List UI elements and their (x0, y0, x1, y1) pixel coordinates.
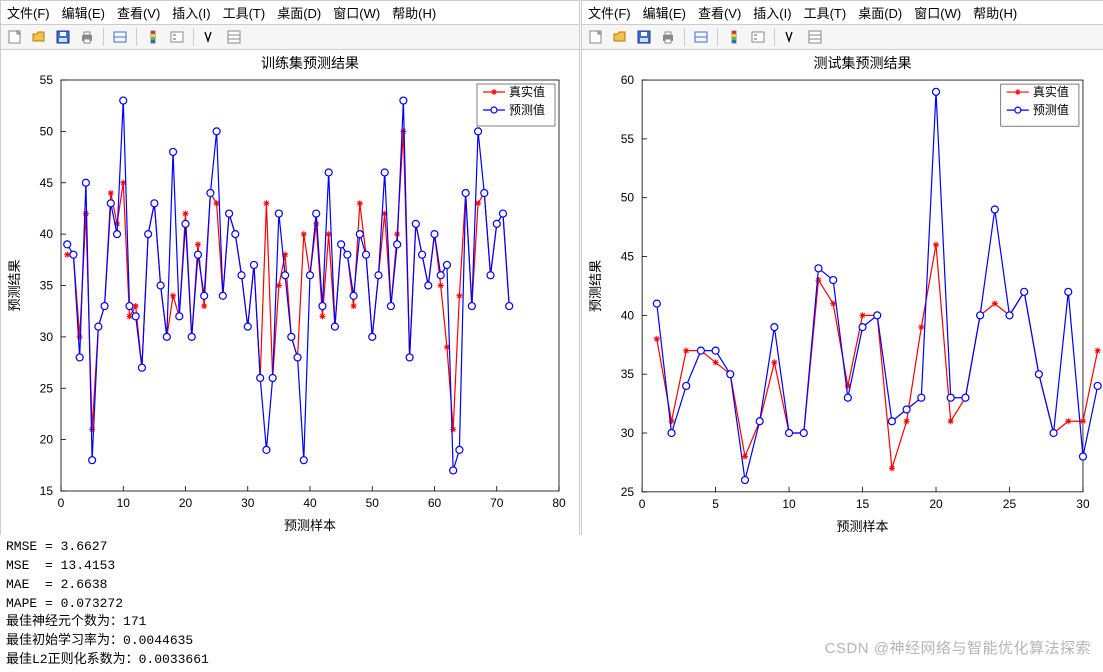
svg-text:25: 25 (1003, 497, 1017, 511)
svg-text:55: 55 (40, 73, 54, 87)
toolbar (1, 25, 579, 50)
figure-window-test: 文件(F) 编辑(E) 查看(V) 插入(I) 工具(T) 桌面(D) 窗口(W… (581, 0, 1103, 535)
svg-text:40: 40 (303, 496, 317, 510)
svg-text:测试集预测结果: 测试集预测结果 (813, 55, 911, 71)
best-neurons-line: 最佳神经元个数为：171 (6, 614, 146, 629)
insert-colorbar-icon[interactable] (724, 27, 744, 47)
svg-text:10: 10 (117, 496, 131, 510)
svg-text:预测结果: 预测结果 (588, 260, 603, 312)
mse-line: MSE = 13.4153 (6, 558, 115, 573)
svg-text:训练集预测结果: 训练集预测结果 (261, 55, 359, 71)
svg-text:40: 40 (621, 308, 635, 322)
rmse-line: RMSE = 3.6627 (6, 539, 107, 554)
svg-text:预测值: 预测值 (1033, 102, 1069, 117)
svg-text:20: 20 (929, 497, 943, 511)
svg-text:25: 25 (621, 485, 635, 499)
print-icon[interactable] (658, 27, 678, 47)
menu-file[interactable]: 文件(F) (588, 3, 631, 22)
svg-text:0: 0 (639, 497, 646, 511)
watermark: CSDN @神经网络与智能优化算法探索 (825, 637, 1091, 658)
menu-view[interactable]: 查看(V) (117, 3, 160, 22)
svg-text:45: 45 (40, 176, 54, 190)
menu-edit[interactable]: 编辑(E) (62, 3, 105, 22)
print-icon[interactable] (77, 27, 97, 47)
menubar: 文件(F) 编辑(E) 查看(V) 插入(I) 工具(T) 桌面(D) 窗口(W… (582, 1, 1103, 25)
svg-text:10: 10 (782, 497, 796, 511)
svg-text:5: 5 (712, 497, 719, 511)
menu-desktop[interactable]: 桌面(D) (858, 3, 902, 22)
svg-text:50: 50 (40, 124, 54, 138)
best-lr-line: 最佳初始学习率为：0.0044635 (6, 633, 193, 648)
axes-test[interactable]: 测试集预测结果 0 5 10 15 20 25 30 25 30 35 40 45 50 55 60 预测样本 预… (582, 50, 1103, 537)
svg-text:30: 30 (621, 426, 635, 440)
svg-text:60: 60 (428, 496, 442, 510)
edit-plot-icon[interactable] (781, 27, 801, 47)
svg-text:预测值: 预测值 (509, 102, 545, 117)
svg-text:30: 30 (1076, 497, 1090, 511)
svg-text:20: 20 (40, 433, 54, 447)
insert-colorbar-icon[interactable] (143, 27, 163, 47)
new-figure-icon[interactable] (586, 27, 606, 47)
svg-text:0: 0 (58, 496, 65, 510)
separator-icon (103, 28, 104, 46)
svg-text:30: 30 (241, 496, 255, 510)
mape-line: MAPE = 0.073272 (6, 596, 123, 611)
insert-legend-icon[interactable] (748, 27, 768, 47)
svg-text:预测样本: 预测样本 (284, 518, 336, 533)
axes-train[interactable]: 训练集预测结果 0 10 20 30 40 50 60 70 80 15 20 25 30 35 40 45 50… (1, 50, 579, 536)
best-l2-line: 最佳L2正则化系数为：0.0033661 (6, 652, 209, 667)
insert-legend-icon[interactable] (167, 27, 187, 47)
separator-icon (774, 28, 775, 46)
toolbar (582, 25, 1103, 50)
svg-text:真实值: 真实值 (509, 84, 545, 99)
svg-text:40: 40 (40, 227, 54, 241)
menu-tools[interactable]: 工具(T) (223, 3, 266, 22)
svg-text:55: 55 (621, 132, 635, 146)
menu-desktop[interactable]: 桌面(D) (277, 3, 321, 22)
svg-text:25: 25 (40, 381, 54, 395)
mae-line: MAE = 2.6638 (6, 577, 107, 592)
separator-icon (717, 28, 718, 46)
open-icon[interactable] (610, 27, 630, 47)
menu-tools[interactable]: 工具(T) (804, 3, 847, 22)
edit-plot-icon[interactable] (200, 27, 220, 47)
save-icon[interactable] (634, 27, 654, 47)
svg-text:20: 20 (179, 496, 193, 510)
svg-text:70: 70 (490, 496, 504, 510)
svg-text:30: 30 (40, 330, 54, 344)
menu-help[interactable]: 帮助(H) (392, 3, 436, 22)
svg-text:预测样本: 预测样本 (837, 519, 889, 534)
menu-insert[interactable]: 插入(I) (753, 3, 791, 22)
svg-text:50: 50 (621, 191, 635, 205)
new-figure-icon[interactable] (5, 27, 25, 47)
menu-insert[interactable]: 插入(I) (172, 3, 210, 22)
menu-file[interactable]: 文件(F) (7, 3, 50, 22)
separator-icon (193, 28, 194, 46)
separator-icon (136, 28, 137, 46)
menu-help[interactable]: 帮助(H) (973, 3, 1017, 22)
open-property-inspector-icon[interactable] (224, 27, 244, 47)
svg-text:真实值: 真实值 (1033, 84, 1069, 99)
svg-text:15: 15 (856, 497, 870, 511)
menu-edit[interactable]: 编辑(E) (643, 3, 686, 22)
figure-window-train: 文件(F) 编辑(E) 查看(V) 插入(I) 工具(T) 桌面(D) 窗口(W… (0, 0, 580, 535)
svg-text:80: 80 (552, 496, 566, 510)
menu-window[interactable]: 窗口(W) (914, 3, 961, 22)
open-icon[interactable] (29, 27, 49, 47)
svg-text:50: 50 (366, 496, 380, 510)
menu-view[interactable]: 查看(V) (698, 3, 741, 22)
svg-text:预测结果: 预测结果 (7, 259, 22, 311)
separator-icon (684, 28, 685, 46)
menubar: 文件(F) 编辑(E) 查看(V) 插入(I) 工具(T) 桌面(D) 窗口(W… (1, 1, 579, 25)
svg-text:35: 35 (621, 367, 635, 381)
svg-text:15: 15 (40, 484, 54, 498)
menu-window[interactable]: 窗口(W) (333, 3, 380, 22)
link-axes-icon[interactable] (110, 27, 130, 47)
open-property-inspector-icon[interactable] (805, 27, 825, 47)
svg-text:35: 35 (40, 279, 54, 293)
link-axes-icon[interactable] (691, 27, 711, 47)
svg-text:60: 60 (621, 73, 635, 87)
save-icon[interactable] (53, 27, 73, 47)
svg-text:45: 45 (621, 250, 635, 264)
